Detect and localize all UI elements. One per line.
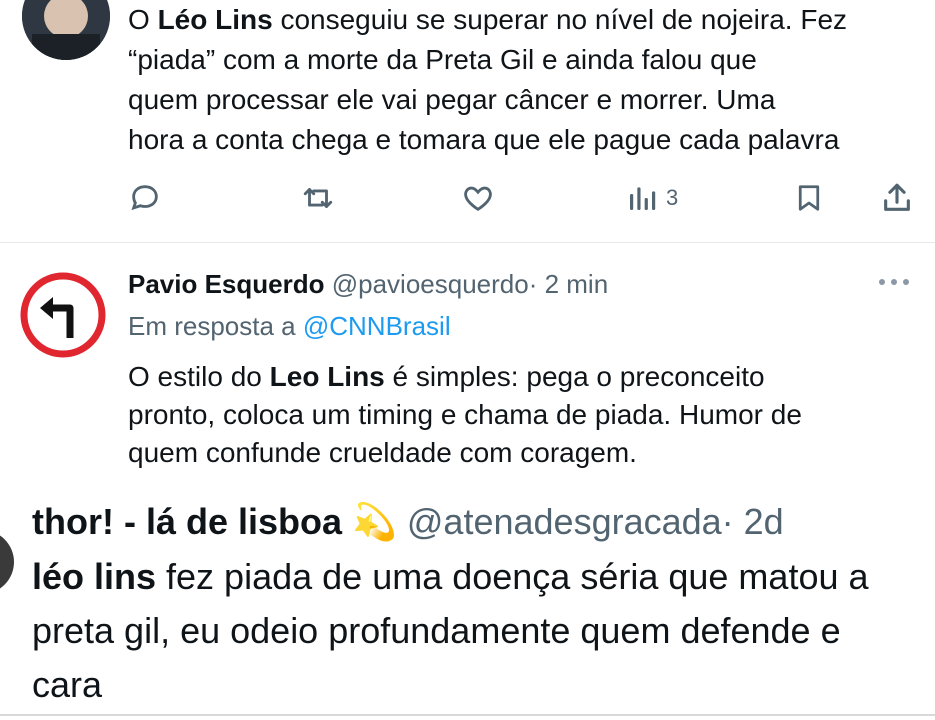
handle[interactable]: @pavioesquerdo bbox=[332, 269, 529, 299]
tweet-text: O estilo do Leo Lins é simples: pega o p… bbox=[128, 361, 802, 468]
avatar[interactable] bbox=[0, 530, 14, 594]
bookmark-icon bbox=[798, 185, 820, 211]
mention-name: léo lins bbox=[32, 556, 157, 597]
tweet-header: thor! - lá de lisboa 💫 @atenadesgracada·… bbox=[32, 498, 784, 546]
avatar[interactable] bbox=[22, 0, 110, 60]
views-icon bbox=[630, 187, 656, 210]
more-icon bbox=[879, 279, 909, 285]
reply-context: Em resposta a @CNNBrasil bbox=[128, 311, 451, 341]
more-options-button[interactable] bbox=[876, 272, 916, 292]
quoted-tweet[interactable]: thor! - lá de lisboa 💫 @atenadesgracada·… bbox=[0, 488, 935, 720]
share-icon bbox=[884, 183, 910, 211]
like-button[interactable] bbox=[460, 176, 496, 220]
avatar[interactable] bbox=[20, 272, 106, 358]
reply-button[interactable] bbox=[128, 176, 162, 220]
views-count: 3 bbox=[666, 185, 679, 210]
reply-to-link[interactable]: @CNNBrasil bbox=[303, 311, 451, 341]
tweet-actions: 3 bbox=[128, 176, 918, 220]
views-button[interactable]: 3 bbox=[626, 176, 678, 220]
like-icon bbox=[464, 186, 492, 211]
tweet-text: léo lins fez piada de uma doença séria q… bbox=[32, 556, 869, 705]
reply-icon bbox=[131, 185, 158, 211]
timestamp[interactable]: · 2d bbox=[722, 501, 784, 542]
bookmark-button[interactable] bbox=[794, 176, 824, 220]
display-name[interactable]: Pavio Esquerdo bbox=[128, 269, 325, 299]
mention-name: Leo Lins bbox=[269, 361, 385, 392]
timestamp[interactable]: · 2 min bbox=[529, 269, 608, 299]
share-button[interactable] bbox=[880, 176, 914, 220]
retweet-icon bbox=[303, 188, 333, 208]
mention-name: Léo Lins bbox=[157, 4, 273, 35]
retweet-button[interactable] bbox=[300, 176, 336, 220]
divider bbox=[0, 714, 935, 716]
tweet-header: Pavio Esquerdo @pavioesquerdo· 2 min bbox=[128, 266, 608, 302]
handle[interactable]: @atenadesgracada bbox=[407, 501, 722, 542]
divider bbox=[0, 242, 935, 243]
display-name[interactable]: thor! - lá de lisboa bbox=[32, 501, 342, 542]
sparkle-emoji-icon: 💫 bbox=[352, 501, 397, 542]
tweet-text: O Léo Lins conseguiu se superar no nível… bbox=[128, 4, 848, 155]
